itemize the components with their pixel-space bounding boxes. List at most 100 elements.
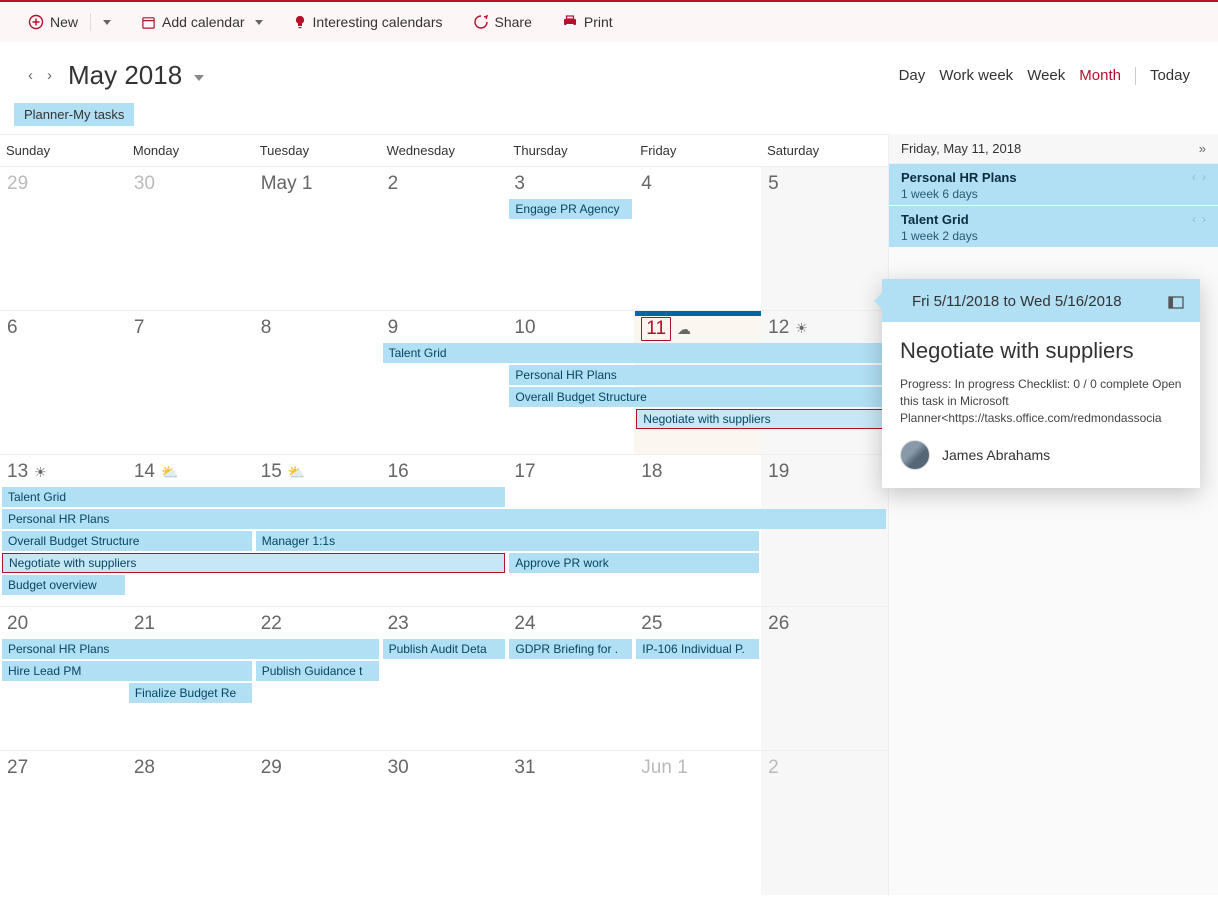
popup-assignee: James Abrahams xyxy=(900,440,1182,470)
calendar-event[interactable]: Approve PR work xyxy=(509,553,759,573)
chevron-down-icon xyxy=(255,20,263,25)
calendar-event[interactable]: Talent Grid xyxy=(383,343,886,363)
month-picker[interactable]: May 2018 xyxy=(68,60,204,91)
day-number: 31 xyxy=(514,757,535,779)
calendar-event[interactable]: Personal HR Plans xyxy=(2,639,379,659)
popup-pointer xyxy=(874,293,882,309)
dow-header: Friday xyxy=(634,135,761,166)
interesting-calendars-button[interactable]: Interesting calendars xyxy=(293,14,443,30)
agenda-item-nav[interactable]: ‹› xyxy=(1192,212,1206,226)
day-number: 27 xyxy=(7,757,28,779)
calendar-event[interactable]: Engage PR Agency xyxy=(509,199,632,219)
dow-header: Monday xyxy=(127,135,254,166)
calendar-event[interactable]: Overall Budget Structure xyxy=(509,387,886,407)
day-number: 22 xyxy=(261,613,282,635)
view-today[interactable]: Today xyxy=(1150,67,1190,85)
agenda-item-nav[interactable]: ‹› xyxy=(1192,170,1206,184)
day-number: 28 xyxy=(134,757,155,779)
day-number: 5 xyxy=(768,173,779,195)
day-number: 21 xyxy=(134,613,155,635)
calendar-event[interactable]: IP-106 Individual P. xyxy=(636,639,759,659)
event-popup: Fri 5/11/2018 to Wed 5/16/2018 Negotiate… xyxy=(882,279,1200,488)
day-number: 14 xyxy=(134,461,155,483)
calendar-event[interactable]: Personal HR Plans xyxy=(509,365,886,385)
view-workweek[interactable]: Work week xyxy=(939,67,1013,85)
calendar-event[interactable]: Personal HR Plans xyxy=(2,509,886,529)
day-number: 6 xyxy=(7,317,18,339)
day-number: 9 xyxy=(388,317,399,339)
calendar-grid: SundayMondayTuesdayWednesdayThursdayFrid… xyxy=(0,134,888,895)
print-button[interactable]: Print xyxy=(562,14,613,30)
calendar-event[interactable]: Talent Grid xyxy=(2,487,505,507)
day-number: 18 xyxy=(641,461,662,483)
open-event-icon[interactable] xyxy=(1168,295,1184,309)
day-number: 30 xyxy=(388,757,409,779)
day-number: 8 xyxy=(261,317,272,339)
agenda-date: Friday, May 11, 2018 xyxy=(901,141,1021,156)
day-number: 4 xyxy=(641,173,652,195)
calendar-event[interactable]: Negotiate with suppliers xyxy=(2,553,505,573)
calendar-event[interactable]: Publish Audit Deta xyxy=(383,639,506,659)
today-progress-bar xyxy=(635,311,761,316)
calendar-event[interactable]: Finalize Budget Re xyxy=(129,683,252,703)
dow-header: Saturday xyxy=(761,135,888,166)
agenda-item[interactable]: Talent Grid1 week 2 days‹› xyxy=(889,206,1218,247)
new-button[interactable]: New xyxy=(28,13,111,31)
weather-icon: ☀ xyxy=(34,464,47,481)
calendar-event[interactable]: Budget overview xyxy=(2,575,125,595)
day-number: 30 xyxy=(134,173,155,195)
weather-icon: ⛅ xyxy=(288,464,305,481)
share-icon xyxy=(473,14,489,30)
view-day[interactable]: Day xyxy=(899,67,926,85)
agenda-item[interactable]: Personal HR Plans 1 week 6 days ‹› xyxy=(889,164,1218,205)
day-number: 11 xyxy=(641,317,671,341)
chevron-down-icon xyxy=(194,75,204,81)
calendar-event[interactable]: Negotiate with suppliers xyxy=(636,409,886,429)
day-number: 2 xyxy=(768,757,779,779)
dow-header: Wednesday xyxy=(381,135,508,166)
calendar-event[interactable]: Publish Guidance t xyxy=(256,661,379,681)
next-month-button[interactable]: › xyxy=(47,67,52,84)
popup-date-range: Fri 5/11/2018 to Wed 5/16/2018 xyxy=(912,293,1122,310)
day-number: 19 xyxy=(768,461,789,483)
day-number: 29 xyxy=(7,173,28,195)
agenda-item-subtitle: 1 week 6 days xyxy=(901,187,1017,201)
day-number: May 1 xyxy=(261,173,313,195)
weather-icon: ☀ xyxy=(795,320,808,337)
calendar-tag[interactable]: Planner-My tasks xyxy=(14,103,134,126)
calendar-event[interactable]: GDPR Briefing for . xyxy=(509,639,632,659)
day-number: 13 xyxy=(7,461,28,483)
divider xyxy=(1135,67,1136,85)
calendar-header: ‹ › May 2018 Day Work week Week Month To… xyxy=(0,42,1218,103)
popup-description: Progress: In progress Checklist: 0 / 0 c… xyxy=(900,376,1182,426)
month-title-label: May 2018 xyxy=(68,60,182,91)
day-number: 16 xyxy=(388,461,409,483)
dow-header: Tuesday xyxy=(254,135,381,166)
view-week[interactable]: Week xyxy=(1027,67,1065,85)
print-icon xyxy=(562,15,578,29)
day-number: 25 xyxy=(641,613,662,635)
day-number: 26 xyxy=(768,613,789,635)
prev-month-button[interactable]: ‹ xyxy=(28,67,33,84)
day-number: 29 xyxy=(261,757,282,779)
agenda-item-title: Personal HR Plans xyxy=(901,170,1017,185)
new-label: New xyxy=(50,14,78,30)
calendar-event[interactable]: Manager 1:1s xyxy=(256,531,759,551)
print-label: Print xyxy=(584,14,613,30)
interesting-label: Interesting calendars xyxy=(313,14,443,30)
add-calendar-button[interactable]: Add calendar xyxy=(141,14,263,30)
view-month[interactable]: Month xyxy=(1079,67,1121,85)
day-number: 7 xyxy=(134,317,145,339)
day-number: 20 xyxy=(7,613,28,635)
collapse-agenda-icon[interactable]: » xyxy=(1199,141,1206,156)
bulb-icon xyxy=(293,14,307,30)
agenda-item-title: Talent Grid xyxy=(901,212,978,227)
dow-header: Thursday xyxy=(507,135,634,166)
assignee-name: James Abrahams xyxy=(942,447,1050,463)
weather-icon: ⛅ xyxy=(161,464,178,481)
share-button[interactable]: Share xyxy=(473,14,532,30)
calendar-event[interactable]: Hire Lead PM xyxy=(2,661,252,681)
day-number: 2 xyxy=(388,173,399,195)
day-number: 17 xyxy=(514,461,535,483)
calendar-event[interactable]: Overall Budget Structure xyxy=(2,531,252,551)
